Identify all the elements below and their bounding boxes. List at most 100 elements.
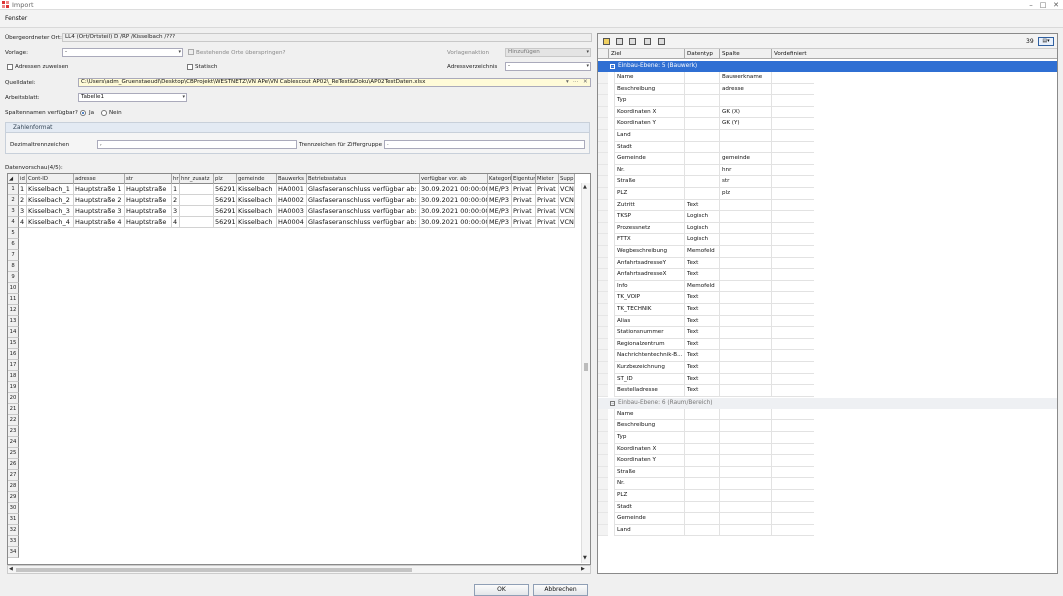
grid-cell[interactable]: Kisselbach [237, 195, 277, 206]
row-number[interactable]: 18 [8, 371, 19, 382]
grid-column-header[interactable]: id [19, 174, 27, 184]
mapping-cell[interactable] [719, 327, 771, 339]
mapping-cell[interactable] [771, 420, 814, 432]
mapping-cell[interactable] [771, 130, 814, 142]
mapping-cell[interactable] [771, 269, 814, 281]
row-number[interactable]: 2 [8, 195, 19, 206]
mapping-cell[interactable] [771, 490, 814, 502]
mapping-cell[interactable] [771, 95, 814, 107]
mapping-cell[interactable]: Text [684, 292, 719, 304]
mapping-cell[interactable]: Text [684, 385, 719, 397]
grid-cell[interactable]: 1 [172, 184, 180, 195]
mapping-cell[interactable] [684, 455, 719, 467]
mapping-row[interactable]: Koordinaten Y [598, 455, 814, 467]
mapping-cell[interactable]: Bestelladresse [614, 385, 684, 397]
grid-column-header[interactable]: Supp [559, 174, 575, 184]
mapping-row[interactable]: Alias Text [598, 315, 814, 328]
row-number[interactable]: 31 [8, 514, 19, 525]
grid-cell[interactable]: 56291 [214, 217, 237, 228]
mapping-cell[interactable] [684, 478, 719, 490]
grid-cell[interactable]: 3 [19, 206, 27, 217]
row-number[interactable]: 34 [8, 547, 19, 558]
mapping-cell[interactable] [719, 199, 771, 212]
row-number[interactable]: 8 [8, 261, 19, 272]
mapping-cell[interactable] [771, 246, 814, 258]
mapping-cell[interactable] [719, 513, 771, 525]
mapping-cell[interactable]: str [719, 176, 771, 188]
mapping-cell[interactable] [771, 292, 814, 304]
mapping-cell[interactable]: AnfahrtsadresseX [614, 269, 684, 281]
mapping-row[interactable]: Koordinaten X [598, 443, 814, 456]
row-number[interactable]: 11 [8, 294, 19, 305]
mapping-cell[interactable] [719, 524, 771, 537]
grid-cell[interactable]: Privat [536, 217, 559, 228]
mapping-cell[interactable]: Text [684, 338, 719, 351]
view-toggle-button[interactable]: ▤▾ [1038, 37, 1054, 46]
mapping-row[interactable]: ST_ID Text [598, 373, 814, 386]
row-number[interactable]: 13 [8, 316, 19, 327]
grid-cell[interactable]: 2 [19, 195, 27, 206]
mapping-cell[interactable] [771, 153, 814, 165]
grid-cell[interactable]: 3 [172, 206, 180, 217]
mapping-row[interactable]: Zutritt Text [598, 199, 814, 212]
row-number[interactable]: 1 [8, 184, 19, 195]
mapping-cell[interactable] [771, 524, 814, 537]
mapping-row[interactable]: Name Bauwerkname [598, 72, 814, 84]
trenn-field[interactable]: . [384, 140, 585, 149]
grid-corner[interactable]: ◢ [8, 174, 19, 184]
scroll-up-icon[interactable]: ▲ [583, 184, 587, 190]
mapping-cell[interactable] [719, 490, 771, 502]
mapping-cell[interactable] [771, 385, 814, 397]
mapping-cell[interactable] [719, 373, 771, 386]
mapping-cell[interactable] [684, 443, 719, 456]
grid-column-header[interactable]: hr [172, 174, 180, 184]
mapping-cell[interactable] [771, 478, 814, 490]
mapping-cell[interactable]: Text [684, 257, 719, 270]
mapping-cell[interactable] [719, 350, 771, 362]
mapping-cell[interactable] [684, 130, 719, 142]
mapping-cell[interactable] [684, 118, 719, 130]
mapping-cell[interactable] [684, 420, 719, 432]
mapping-cell[interactable] [771, 338, 814, 351]
grid-cell[interactable] [180, 195, 214, 206]
row-number[interactable]: 22 [8, 415, 19, 426]
mapping-cell[interactable]: Stationsnummer [614, 327, 684, 339]
mapping-cell[interactable] [719, 362, 771, 374]
mapping-cell[interactable] [684, 501, 719, 514]
mapping-cell[interactable] [771, 164, 814, 177]
row-number[interactable]: 30 [8, 503, 19, 514]
mapping-cell[interactable]: Text [684, 350, 719, 362]
mapping-cell[interactable] [684, 141, 719, 154]
row-number[interactable]: 15 [8, 338, 19, 349]
grid-column-header[interactable]: Bauwerks [277, 174, 307, 184]
mapping-cell[interactable] [771, 513, 814, 525]
mapping-cell[interactable]: Zutritt [614, 199, 684, 212]
mapping-cell[interactable]: Logisch [684, 211, 719, 223]
mapping-cell[interactable]: Text [684, 373, 719, 386]
mapping-cell[interactable]: Logisch [684, 234, 719, 246]
adressverzeichnis-select[interactable]: - ▾ [505, 62, 591, 71]
grid-column-header[interactable]: verfügbar vor. ab [420, 174, 488, 184]
mapping-row[interactable]: Land [598, 524, 814, 537]
grid-cell[interactable]: ME/P3 [488, 195, 512, 206]
mapping-cell[interactable]: hnr [719, 164, 771, 177]
mapping-cell[interactable] [684, 164, 719, 177]
grid-cell[interactable]: Hauptstraße [125, 217, 172, 228]
mapping-cell[interactable] [684, 72, 719, 84]
scroll-left-icon[interactable]: ◀ [9, 566, 13, 572]
grid-cell[interactable]: VCN [559, 195, 575, 206]
mapping-cell[interactable] [771, 327, 814, 339]
grid-cell[interactable]: HA0003 [277, 206, 307, 217]
row-number[interactable]: 9 [8, 272, 19, 283]
mapping-cell[interactable]: Land [614, 524, 684, 537]
print-icon[interactable] [629, 38, 636, 45]
mapping-cell[interactable] [719, 455, 771, 467]
mapping-cell[interactable] [684, 513, 719, 525]
grid-cell[interactable]: 4 [172, 217, 180, 228]
grid-cell[interactable]: Hauptstraße [125, 184, 172, 195]
grid-cell[interactable]: Hauptstraße 3 [74, 206, 125, 217]
mapping-cell[interactable] [719, 466, 771, 479]
mapping-cell[interactable] [771, 211, 814, 223]
mapping-row[interactable]: Koordinaten Y GK (Y) [598, 118, 814, 130]
grid-column-header[interactable]: Cont-ID [27, 174, 74, 184]
